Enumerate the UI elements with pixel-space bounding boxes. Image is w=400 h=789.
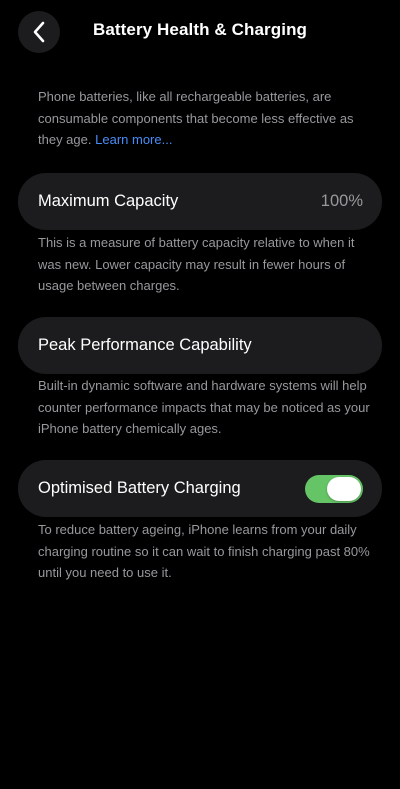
back-button[interactable] [18, 11, 60, 53]
maximum-capacity-label: Maximum Capacity [38, 192, 179, 210]
optimised-charging-footnote: To reduce battery ageing, iPhone learns … [38, 522, 370, 580]
intro-text: Phone batteries, like all rechargeable b… [38, 89, 354, 147]
learn-more-link[interactable]: Learn more... [95, 132, 172, 147]
intro-description: Phone batteries, like all rechargeable b… [38, 86, 373, 151]
maximum-capacity-row: Maximum Capacity 100% [18, 173, 382, 230]
page-title: Battery Health & Charging [92, 20, 308, 39]
peak-performance-footnote: Built-in dynamic software and hardware s… [38, 378, 370, 436]
maximum-capacity-value: 100% [320, 192, 363, 210]
optimised-charging-toggle[interactable] [305, 474, 363, 503]
peak-performance-label: Peak Performance Capability [38, 336, 252, 354]
peak-performance-row[interactable]: Peak Performance Capability [18, 317, 382, 374]
optimised-charging-label: Optimised Battery Charging [38, 479, 241, 497]
maximum-capacity-footnote: This is a measure of battery capacity re… [38, 235, 355, 293]
chevron-left-icon [32, 21, 46, 43]
toggle-knob [327, 476, 361, 501]
optimised-charging-row: Optimised Battery Charging [18, 460, 382, 517]
